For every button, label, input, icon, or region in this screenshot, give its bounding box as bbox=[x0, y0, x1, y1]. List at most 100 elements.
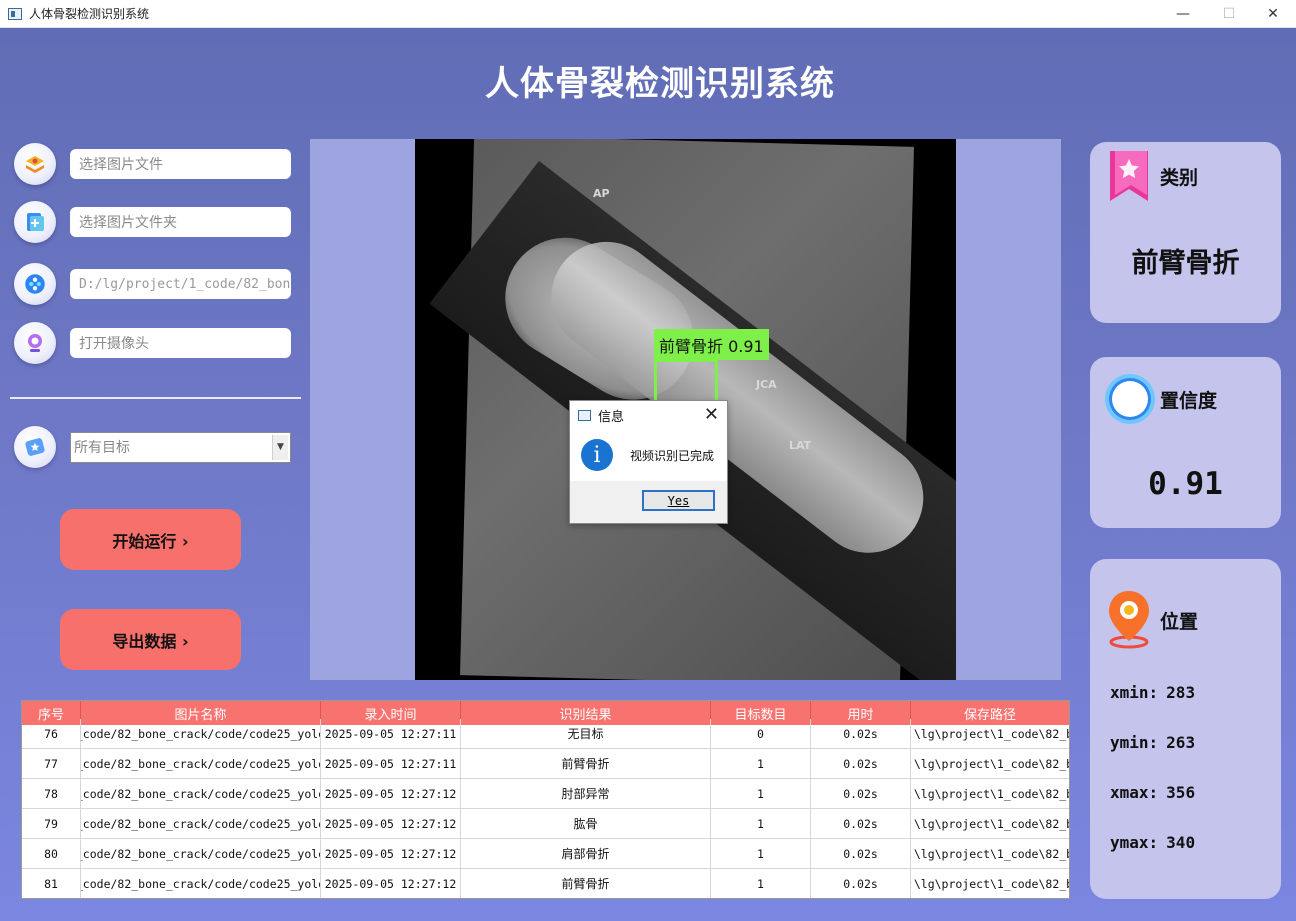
xmin-label: xmin: bbox=[1110, 683, 1159, 702]
cell-image-name: D:/lg/project/1_code/82_bone_crack/code/… bbox=[81, 719, 321, 748]
cell-index: 81 bbox=[22, 869, 81, 898]
info-dialog: 信息 ✕ i 视频识别已完成 Yes bbox=[569, 400, 728, 524]
start-button[interactable]: 开始运行 › bbox=[60, 509, 241, 570]
close-window-button[interactable]: ✕ bbox=[1250, 0, 1296, 28]
table-body: 76 D:/lg/project/1_code/82_bone_crack/co… bbox=[22, 719, 1069, 898]
image-folder-input[interactable]: 选择图片文件夹 bbox=[70, 207, 291, 237]
cell-count: 1 bbox=[711, 749, 811, 778]
cell-duration: 0.02s bbox=[811, 779, 911, 808]
cell-duration: 0.02s bbox=[811, 809, 911, 838]
image-folder-row: 选择图片文件夹 bbox=[14, 201, 291, 243]
cell-result: 肩部骨折 bbox=[461, 839, 711, 868]
cell-duration: 0.02s bbox=[811, 719, 911, 748]
table-row[interactable]: 78 D:/lg/project/1_code/82_bone_crack/co… bbox=[22, 779, 1069, 809]
window-titlebar: 人体骨裂检测识别系统 — ☐ ✕ bbox=[0, 0, 1296, 28]
bookmark-star-icon bbox=[1110, 151, 1148, 201]
dialog-footer: Yes bbox=[570, 481, 727, 523]
video-path-input[interactable]: D:/lg/project/1_code/82_bon bbox=[70, 269, 291, 299]
table-row[interactable]: 79 D:/lg/project/1_code/82_bone_crack/co… bbox=[22, 809, 1069, 839]
target-select-value: 所有目标 bbox=[74, 440, 130, 456]
xray-mark-jca: JCA bbox=[756, 378, 777, 391]
camera-row: 打开摄像头 bbox=[14, 322, 291, 364]
cell-time: 2025-09-05 12:27:12 bbox=[321, 779, 461, 808]
table-row[interactable]: 77 D:/lg/project/1_code/82_bone_crack/co… bbox=[22, 749, 1069, 779]
cell-image-name: D:/lg/project/1_code/82_bone_crack/code/… bbox=[81, 749, 321, 778]
cell-save-path: D:\lg\project\1_code\82_b… bbox=[911, 786, 1069, 801]
cell-image-name: D:/lg/project/1_code/82_bone_crack/code/… bbox=[81, 809, 321, 838]
ymin-label: ymin: bbox=[1110, 733, 1159, 752]
cell-result: 肱骨 bbox=[461, 809, 711, 838]
cell-index: 76 bbox=[22, 719, 81, 748]
table-row[interactable]: 76 D:/lg/project/1_code/82_bone_crack/co… bbox=[22, 719, 1069, 749]
xray-mark-ap: AP bbox=[593, 187, 610, 200]
table-row[interactable]: 80 D:/lg/project/1_code/82_bone_crack/co… bbox=[22, 839, 1069, 869]
results-table[interactable]: 序号 图片名称 录入时间 识别结果 目标数目 用时 保存路径 76 D:/lg/… bbox=[21, 700, 1070, 899]
cell-image-name: D:/lg/project/1_code/82_bone_crack/code/… bbox=[81, 869, 321, 898]
ymin-row: ymin: 263 bbox=[1110, 733, 1195, 752]
class-card: 类别 前臂骨折 bbox=[1090, 142, 1281, 323]
class-card-title: 类别 bbox=[1160, 167, 1199, 189]
detection-label: 前臂骨折 0.91 bbox=[654, 329, 769, 360]
cell-time: 2025-09-05 12:27:12 bbox=[321, 839, 461, 868]
camera-input[interactable]: 打开摄像头 bbox=[70, 328, 291, 358]
cell-index: 78 bbox=[22, 779, 81, 808]
cell-count: 1 bbox=[711, 869, 811, 898]
yes-button[interactable]: Yes bbox=[642, 490, 715, 511]
export-button[interactable]: 导出数据 › bbox=[60, 609, 241, 670]
dialog-message: 视频识别已完成 bbox=[630, 448, 715, 463]
cell-count: 1 bbox=[711, 839, 811, 868]
maximize-button[interactable]: ☐ bbox=[1206, 0, 1252, 28]
cell-save-path: D:\lg\project\1_code\82_b… bbox=[911, 846, 1069, 861]
position-card: 位置 xmin: 283 ymin: 263 xmax: 356 ymax: 340 bbox=[1090, 559, 1281, 899]
minimize-button[interactable]: — bbox=[1160, 0, 1206, 28]
xmax-value: 356 bbox=[1166, 783, 1196, 802]
target-filter-icon bbox=[14, 426, 56, 468]
dialog-titlebar: 信息 ✕ bbox=[570, 401, 727, 429]
target-filter-row: 所有目标 ▼ bbox=[14, 426, 291, 468]
ymax-value: 340 bbox=[1166, 833, 1196, 852]
left-divider bbox=[10, 397, 301, 399]
window-title: 人体骨裂检测识别系统 bbox=[29, 7, 150, 21]
xmin-value: 283 bbox=[1166, 683, 1196, 702]
confidence-card-title: 置信度 bbox=[1160, 390, 1218, 412]
cell-time: 2025-09-05 12:27:11 bbox=[321, 719, 461, 748]
confidence-ring-icon bbox=[1105, 374, 1155, 424]
xmax-row: xmax: 356 bbox=[1110, 783, 1195, 802]
cell-save-path: D:\lg\project\1_code\82_b… bbox=[911, 756, 1069, 771]
table-row[interactable]: 81 D:/lg/project/1_code/82_bone_crack/co… bbox=[22, 869, 1069, 898]
position-card-title: 位置 bbox=[1160, 611, 1199, 633]
page-title: 人体骨裂检测识别系统 bbox=[485, 64, 835, 104]
image-file-row: 选择图片文件 bbox=[14, 143, 291, 185]
image-folder-icon[interactable] bbox=[14, 201, 56, 243]
image-file-icon[interactable] bbox=[14, 143, 56, 185]
dialog-app-icon bbox=[578, 409, 591, 421]
video-file-icon[interactable] bbox=[14, 263, 56, 305]
cell-result: 前臂骨折 bbox=[461, 869, 711, 898]
cell-result: 无目标 bbox=[461, 719, 711, 748]
cell-save-path: D:\lg\project\1_code\82_b… bbox=[911, 726, 1069, 741]
cell-result: 前臂骨折 bbox=[461, 749, 711, 778]
image-file-input[interactable]: 选择图片文件 bbox=[70, 149, 291, 179]
ymin-value: 263 bbox=[1166, 733, 1196, 752]
cell-time: 2025-09-05 12:27:12 bbox=[321, 869, 461, 898]
xmax-label: xmax: bbox=[1110, 783, 1159, 802]
ymax-row: ymax: 340 bbox=[1110, 833, 1195, 852]
dialog-body: i 视频识别已完成 bbox=[570, 429, 727, 481]
cell-count: 0 bbox=[711, 719, 811, 748]
target-select[interactable]: 所有目标 ▼ bbox=[70, 431, 291, 463]
cell-index: 77 bbox=[22, 749, 81, 778]
cell-count: 1 bbox=[711, 779, 811, 808]
cell-save-path: D:\lg\project\1_code\82_b… bbox=[911, 816, 1069, 831]
dialog-title: 信息 bbox=[598, 409, 625, 425]
video-file-row: D:/lg/project/1_code/82_bon bbox=[14, 263, 291, 305]
xray-mark-lat: LAT bbox=[789, 439, 812, 452]
camera-icon[interactable] bbox=[14, 322, 56, 364]
cell-result: 肘部异常 bbox=[461, 779, 711, 808]
class-value: 前臂骨折 bbox=[1131, 248, 1240, 279]
location-pin-icon bbox=[1109, 591, 1149, 649]
xmin-row: xmin: 283 bbox=[1110, 683, 1195, 702]
dialog-close-icon[interactable]: ✕ bbox=[704, 404, 719, 425]
cell-image-name: D:/lg/project/1_code/82_bone_crack/code/… bbox=[81, 839, 321, 868]
chevron-down-icon[interactable]: ▼ bbox=[272, 434, 288, 460]
cell-duration: 0.02s bbox=[811, 869, 911, 898]
